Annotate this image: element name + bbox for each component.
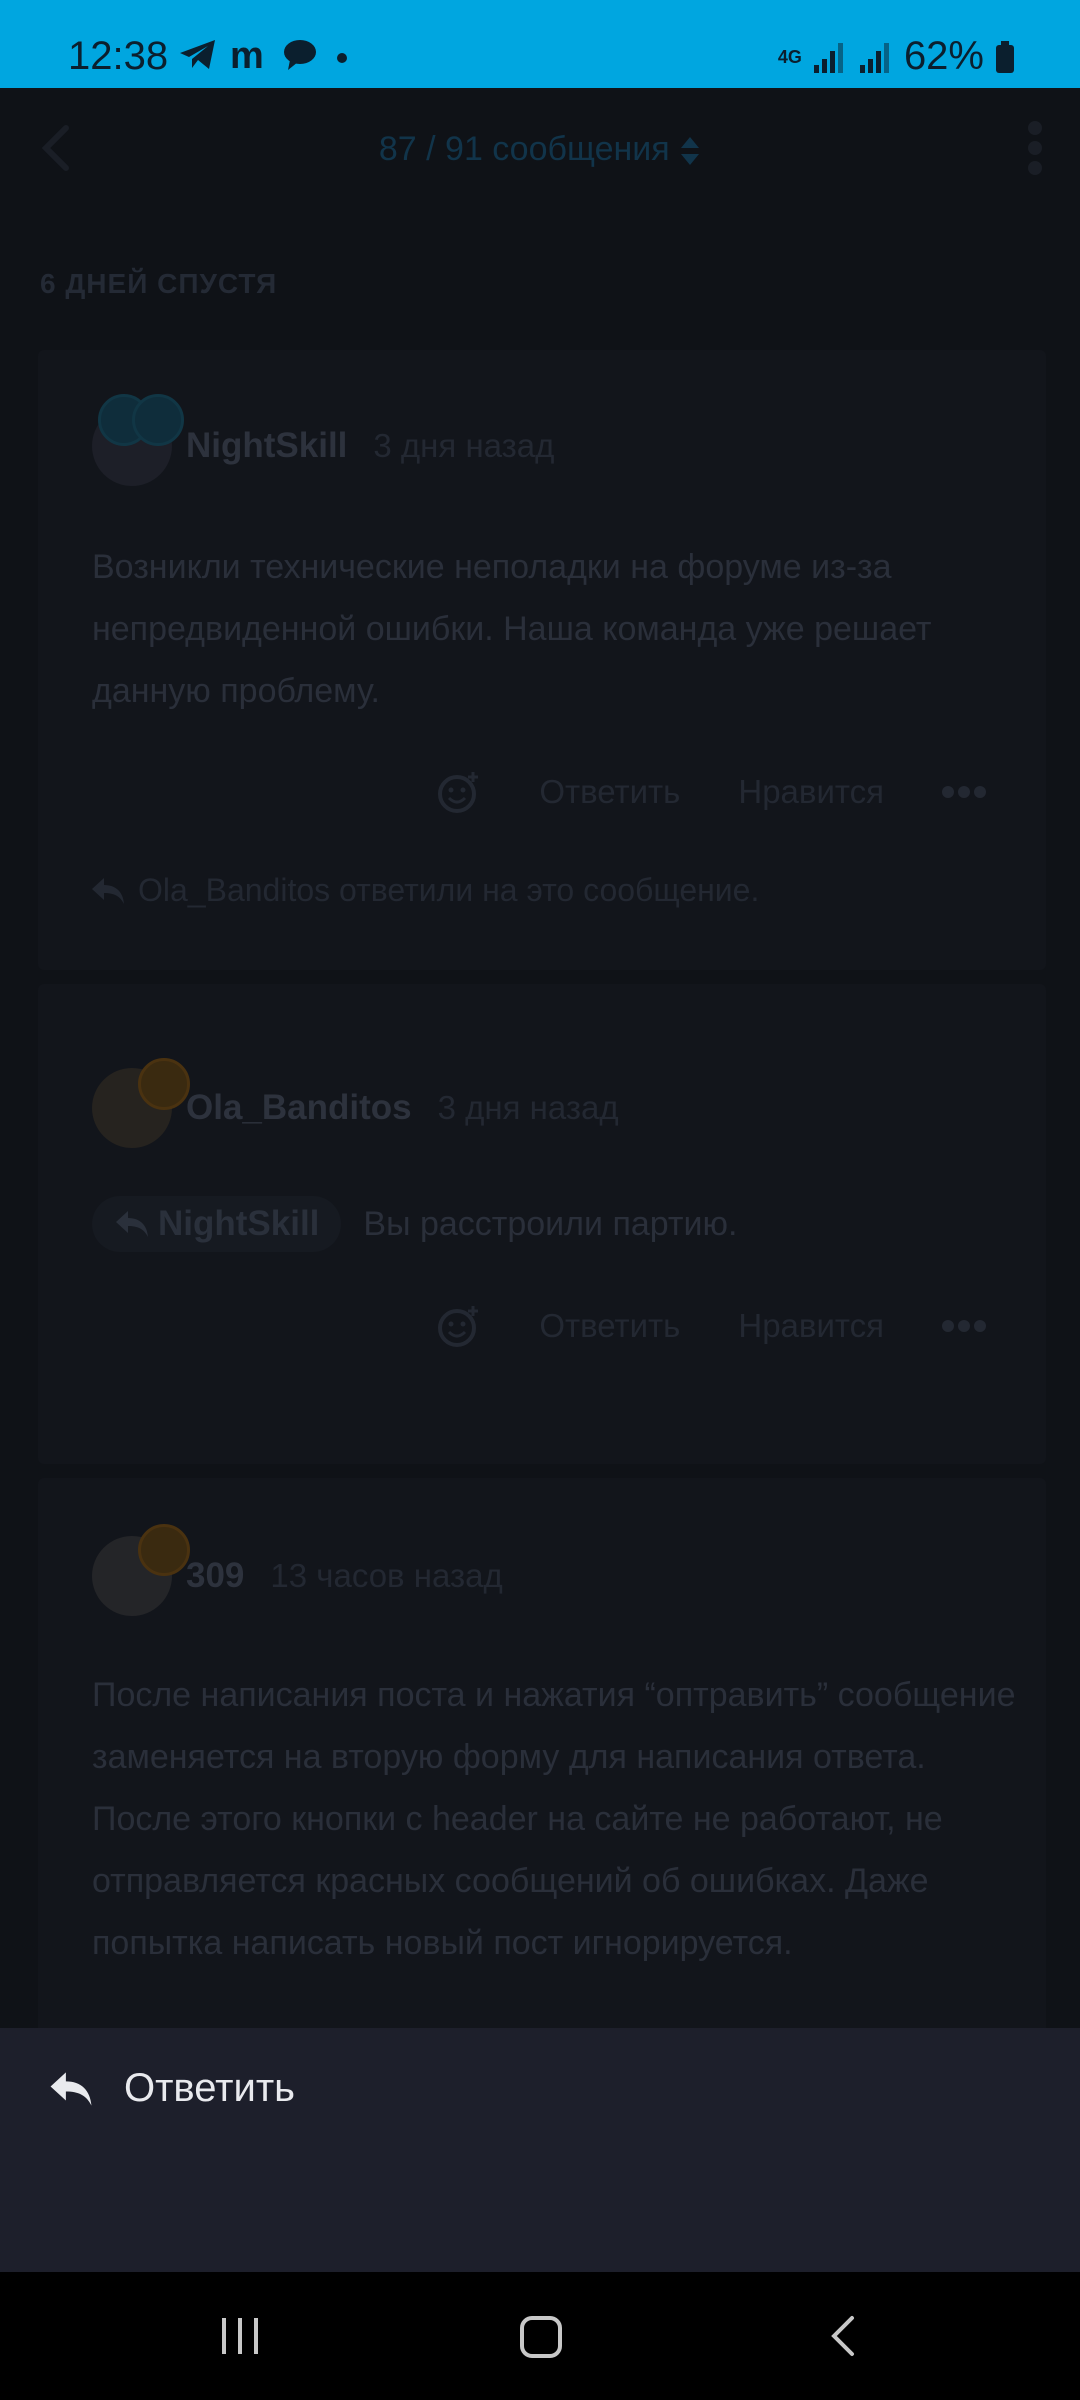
time-gap-separator: 6 ДНЕЙ СПУСТЯ [40,268,278,299]
post-card: Ola_Banditos 3 дня назад NightSkill Вы р… [38,984,1046,1464]
post-actions: Ответить Нравится [437,1304,986,1348]
sheet-reply-label: Ответить [124,2066,295,2110]
post-body-row: NightSkill Вы расстроили партию. [92,1196,737,1252]
add-reaction-icon[interactable] [437,770,481,814]
battery-icon [996,40,1014,73]
like-button[interactable]: Нравится [738,1307,884,1345]
post-card: NightSkill 3 дня назад Возникли техничес… [38,350,1046,970]
post-header: 309 13 часов назад [92,1524,503,1616]
username[interactable]: NightSkill [186,426,347,466]
more-horizontal-icon[interactable] [942,785,986,799]
like-button[interactable]: Нравится [738,773,884,811]
signal-icon [813,42,843,73]
chat-bubble-icon [284,40,316,70]
dot-icon [337,53,347,63]
post-time: 13 часов назад [270,1557,503,1594]
recent-apps-icon[interactable] [218,2312,262,2360]
reply-arrow-icon [50,2071,92,2106]
quote-user-pill[interactable]: NightSkill [92,1196,342,1252]
back-icon[interactable] [826,2312,860,2360]
username[interactable]: Ola_Banditos [186,1088,412,1128]
status-bar: 12:38 m 4G 62% [0,0,1080,88]
skull-badge-icon [138,1058,190,1110]
post-header: NightSkill 3 дня назад [92,394,555,486]
post-body: Вы расстроили партию. [363,1204,738,1243]
post-actions: Ответить Нравится [437,770,986,814]
post-time: 3 дня назад [437,1089,619,1126]
topic-header: 87 / 91 сообщения [0,88,1080,208]
avatar[interactable] [92,1058,190,1148]
post-time: 3 дня назад [373,427,555,464]
signal-icon-2 [859,42,889,73]
battery-percent: 62% [903,34,984,78]
replies-note-text: Ola_Banditos ответили на это сообщение. [138,872,760,908]
system-nav-bar [0,2272,1080,2400]
status-time: 12:38 [68,34,169,78]
sort-arrows-icon [681,137,700,166]
post-counter-label: 87 / 91 сообщения [378,130,670,168]
network-type: 4G [777,46,802,67]
skull-badge-icon [138,1524,190,1576]
action-sheet: Ответить [0,2028,1080,2272]
add-reaction-icon[interactable] [437,1304,481,1348]
status-right: 4G 62% [778,34,1016,79]
reply-arrow-icon [92,877,124,904]
notification-icons: m [178,38,354,72]
avatar[interactable] [92,1524,190,1616]
username[interactable]: 309 [186,1556,244,1596]
post-body: Возникли технические неполадки на форуме… [92,548,932,710]
home-icon[interactable] [518,2312,564,2360]
reply-button[interactable]: Ответить [539,773,680,811]
diamond-badge-icon [132,394,184,446]
sheet-reply-button[interactable]: Ответить [48,2066,295,2111]
svg-text:m: m [230,38,264,72]
post-card: 309 13 часов назад После написания поста… [38,1478,1046,2038]
avatar[interactable] [92,394,184,486]
post-header: Ola_Banditos 3 дня назад [92,1058,619,1148]
telegram-icon [180,40,215,69]
post-body: После написания поста и нажатия “оптрави… [92,1676,1016,1962]
reply-arrow-icon [116,1211,148,1237]
m-app-icon: m [230,38,264,72]
more-vertical-icon[interactable] [1026,120,1044,176]
replies-note[interactable]: Ola_Banditos ответили на это сообщение. [90,872,759,909]
post-counter[interactable]: 87 / 91 сообщения [0,130,1080,169]
more-horizontal-icon[interactable] [942,1319,986,1333]
reply-button[interactable]: Ответить [539,1307,680,1345]
quote-user-name: NightSkill [158,1204,320,1243]
